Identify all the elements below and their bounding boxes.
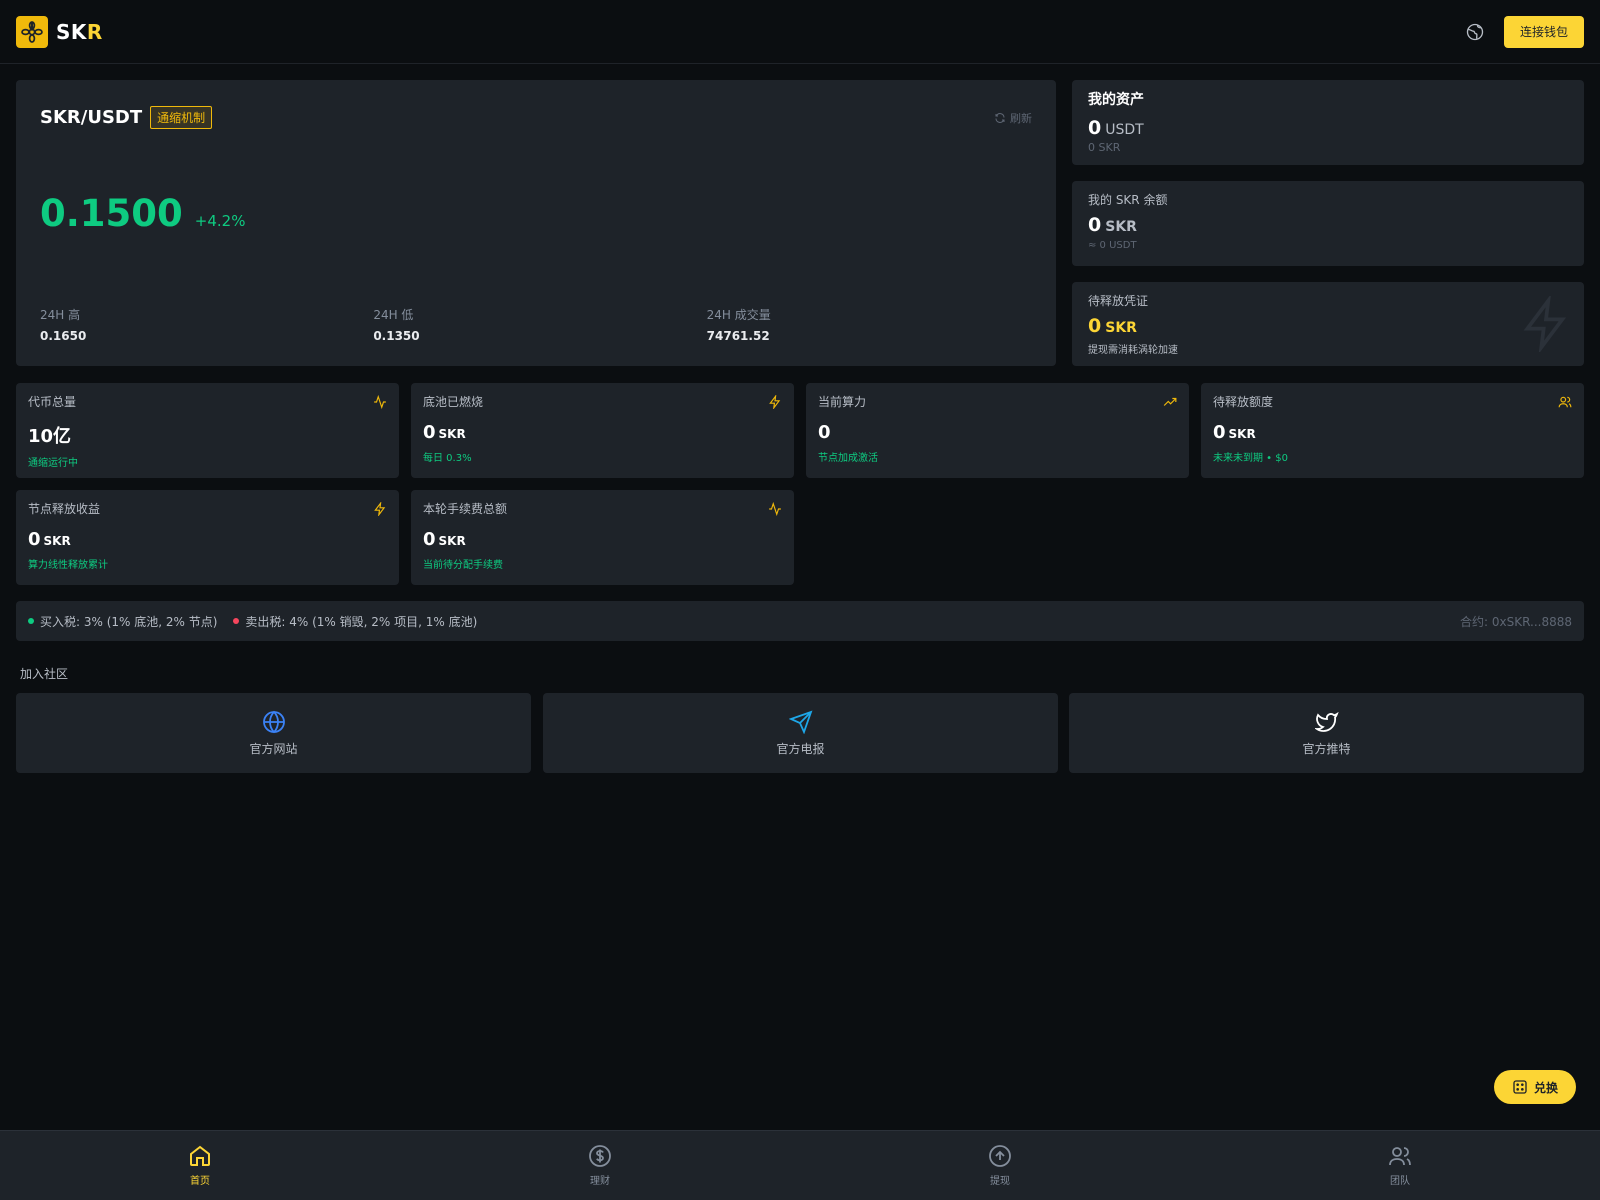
refresh-icon xyxy=(995,113,1005,123)
card-total-supply: 代币总量 10亿 通缩运行中 xyxy=(16,383,399,478)
nav-team[interactable]: 团队 xyxy=(1200,1131,1600,1200)
card-node-release: 节点释放收益 0 SKR 算力线性释放累计 xyxy=(16,490,399,585)
zap-icon xyxy=(373,501,387,517)
zap-icon xyxy=(768,394,782,410)
stat-24h-low: 24H 低 0.1350 xyxy=(373,308,420,343)
official-website-link[interactable]: 官方网站 xyxy=(16,693,531,773)
my-assets-card: 我的资产 0 USDT 0 SKR xyxy=(1072,80,1584,165)
dollar-circle-icon xyxy=(589,1145,611,1167)
nav-finance[interactable]: 理财 xyxy=(400,1131,800,1200)
nav-home[interactable]: 首页 xyxy=(0,1131,400,1200)
trading-pair: SKR/USDT xyxy=(40,107,143,128)
price-change: +4.2% xyxy=(194,212,246,230)
tax-info-bar: 买入税: 3% (1% 底池, 2% 节点) 卖出税: 4% (1% 销毁, 2… xyxy=(16,601,1584,641)
card-hashpower: 当前算力 0 节点加成激活 xyxy=(806,383,1189,478)
zap-icon xyxy=(1518,293,1574,355)
official-telegram-link[interactable]: 官方电报 xyxy=(543,693,1058,773)
card-fee-total: 本轮手续费总额 0 SKR 当前待分配手续费 xyxy=(411,490,794,585)
dice-icon xyxy=(1513,1080,1527,1094)
arrow-up-circle-icon xyxy=(989,1145,1011,1167)
users-icon xyxy=(1558,394,1572,408)
contract-address[interactable]: 合约: 0xSKR...8888 xyxy=(1460,613,1572,630)
current-price: 0.1500 xyxy=(40,192,183,235)
top-header: SKR 连接钱包 xyxy=(0,0,1600,64)
card-pool-burned: 底池已燃烧 0 SKR 每日 0.3% xyxy=(411,383,794,478)
language-globe-icon[interactable] xyxy=(1464,21,1486,43)
nav-withdraw[interactable]: 提现 xyxy=(800,1131,1200,1200)
market-panel: SKR/USDT 通缩机制 刷新 0.1500 +4.2% 24H 高 0.16… xyxy=(16,80,1056,366)
buy-tax: 买入税: 3% (1% 底池, 2% 节点) xyxy=(28,613,217,630)
trending-up-icon xyxy=(1163,394,1177,408)
globe-icon xyxy=(262,710,285,733)
logo-flower-icon xyxy=(16,15,48,48)
card-pending-quota: 待释放额度 0 SKR 未来未到期 • $0 xyxy=(1201,383,1584,478)
twitter-icon xyxy=(1314,711,1339,732)
bottom-navigation: 首页 理财 提现 团队 xyxy=(0,1130,1600,1200)
sell-tax: 卖出税: 4% (1% 销毁, 2% 项目, 1% 底池) xyxy=(233,613,477,630)
skr-balance-card: 我的 SKR 余额 0 SKR ≈ 0 USDT xyxy=(1072,181,1584,266)
deflation-tag: 通缩机制 xyxy=(150,106,213,129)
send-icon xyxy=(788,710,812,734)
activity-icon xyxy=(373,394,387,410)
official-twitter-link[interactable]: 官方推特 xyxy=(1069,693,1584,773)
community-title: 加入社区 xyxy=(20,667,69,681)
exchange-button[interactable]: 兑换 xyxy=(1494,1070,1576,1104)
pending-release-card: 待释放凭证 0 SKR 提现需消耗涡轮加速 xyxy=(1072,282,1584,366)
activity-icon xyxy=(768,501,782,517)
brand-name: SKR xyxy=(56,19,103,44)
refresh-button[interactable]: 刷新 xyxy=(994,110,1032,126)
home-icon xyxy=(190,1145,210,1166)
stat-24h-high: 24H 高 0.1650 xyxy=(40,308,87,343)
users-icon xyxy=(1389,1147,1411,1166)
stat-24h-volume: 24H 成交量 74761.52 xyxy=(706,308,771,343)
connect-wallet-button[interactable]: 连接钱包 xyxy=(1503,15,1584,48)
